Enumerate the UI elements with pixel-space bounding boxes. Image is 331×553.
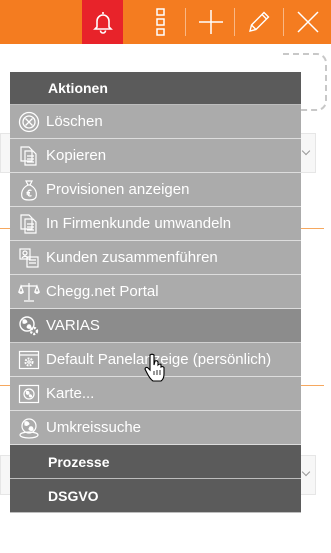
panel-settings-icon xyxy=(18,349,40,371)
menu-section-prozesse[interactable]: Prozesse xyxy=(10,445,301,479)
menu-item-umkreissuche[interactable]: Umkreissuche xyxy=(10,411,301,445)
plus-icon xyxy=(198,9,224,35)
menu-item-zusammenfuehren[interactable]: Kunden zusammenführen xyxy=(10,241,301,275)
toolbar-divider xyxy=(185,8,186,36)
menu-item-chegg-portal[interactable]: Chegg.net Portal xyxy=(10,275,301,309)
menu-item-loeschen[interactable]: Löschen xyxy=(10,105,301,139)
copy-document-icon xyxy=(18,145,40,167)
menu-item-label: VARIAS xyxy=(46,317,100,334)
menu-item-firmenkunde[interactable]: In Firmenkunde umwandeln xyxy=(10,207,301,241)
globe-gear-icon xyxy=(18,315,40,337)
edit-button[interactable] xyxy=(238,0,279,44)
add-button[interactable] xyxy=(190,0,231,44)
toolbar-divider xyxy=(234,8,235,36)
toolbar-divider xyxy=(283,8,284,36)
document-convert-icon xyxy=(18,213,40,235)
menu-item-varias[interactable]: VARIAS xyxy=(10,309,301,343)
top-toolbar xyxy=(0,0,331,44)
pencil-icon xyxy=(247,10,271,34)
menu-item-kopieren[interactable]: Kopieren xyxy=(10,139,301,173)
close-icon xyxy=(296,10,320,34)
menu-item-label: Chegg.net Portal xyxy=(46,283,159,300)
menu-item-label: Löschen xyxy=(46,113,103,130)
more-vertical-icon xyxy=(155,8,167,36)
map-globe-icon xyxy=(18,383,40,405)
money-bag-icon xyxy=(18,179,40,201)
menu-item-label: Umkreissuche xyxy=(46,419,142,436)
more-actions-button[interactable] xyxy=(141,0,181,44)
scales-icon xyxy=(18,281,40,303)
bell-icon xyxy=(92,10,114,34)
menu-item-label: Karte... xyxy=(46,385,95,402)
menu-item-label: Provisionen anzeigen xyxy=(46,181,190,198)
delete-circle-icon xyxy=(18,111,40,133)
menu-header-aktionen: Aktionen xyxy=(10,72,301,105)
radius-search-icon xyxy=(18,417,40,439)
close-button[interactable] xyxy=(287,0,328,44)
menu-item-label: In Firmenkunde umwandeln xyxy=(46,215,232,232)
merge-customers-icon xyxy=(18,247,40,269)
menu-section-dsgvo[interactable]: DSGVO xyxy=(10,479,301,513)
menu-item-provisionen[interactable]: Provisionen anzeigen xyxy=(10,173,301,207)
notifications-button[interactable] xyxy=(82,0,123,44)
actions-dropdown-menu: Aktionen Löschen Kopieren Provisionen an… xyxy=(10,72,301,513)
menu-item-label: Kunden zusammenführen xyxy=(46,249,218,266)
menu-item-label: Kopieren xyxy=(46,147,107,164)
hand-pointer-cursor-icon xyxy=(144,353,168,388)
